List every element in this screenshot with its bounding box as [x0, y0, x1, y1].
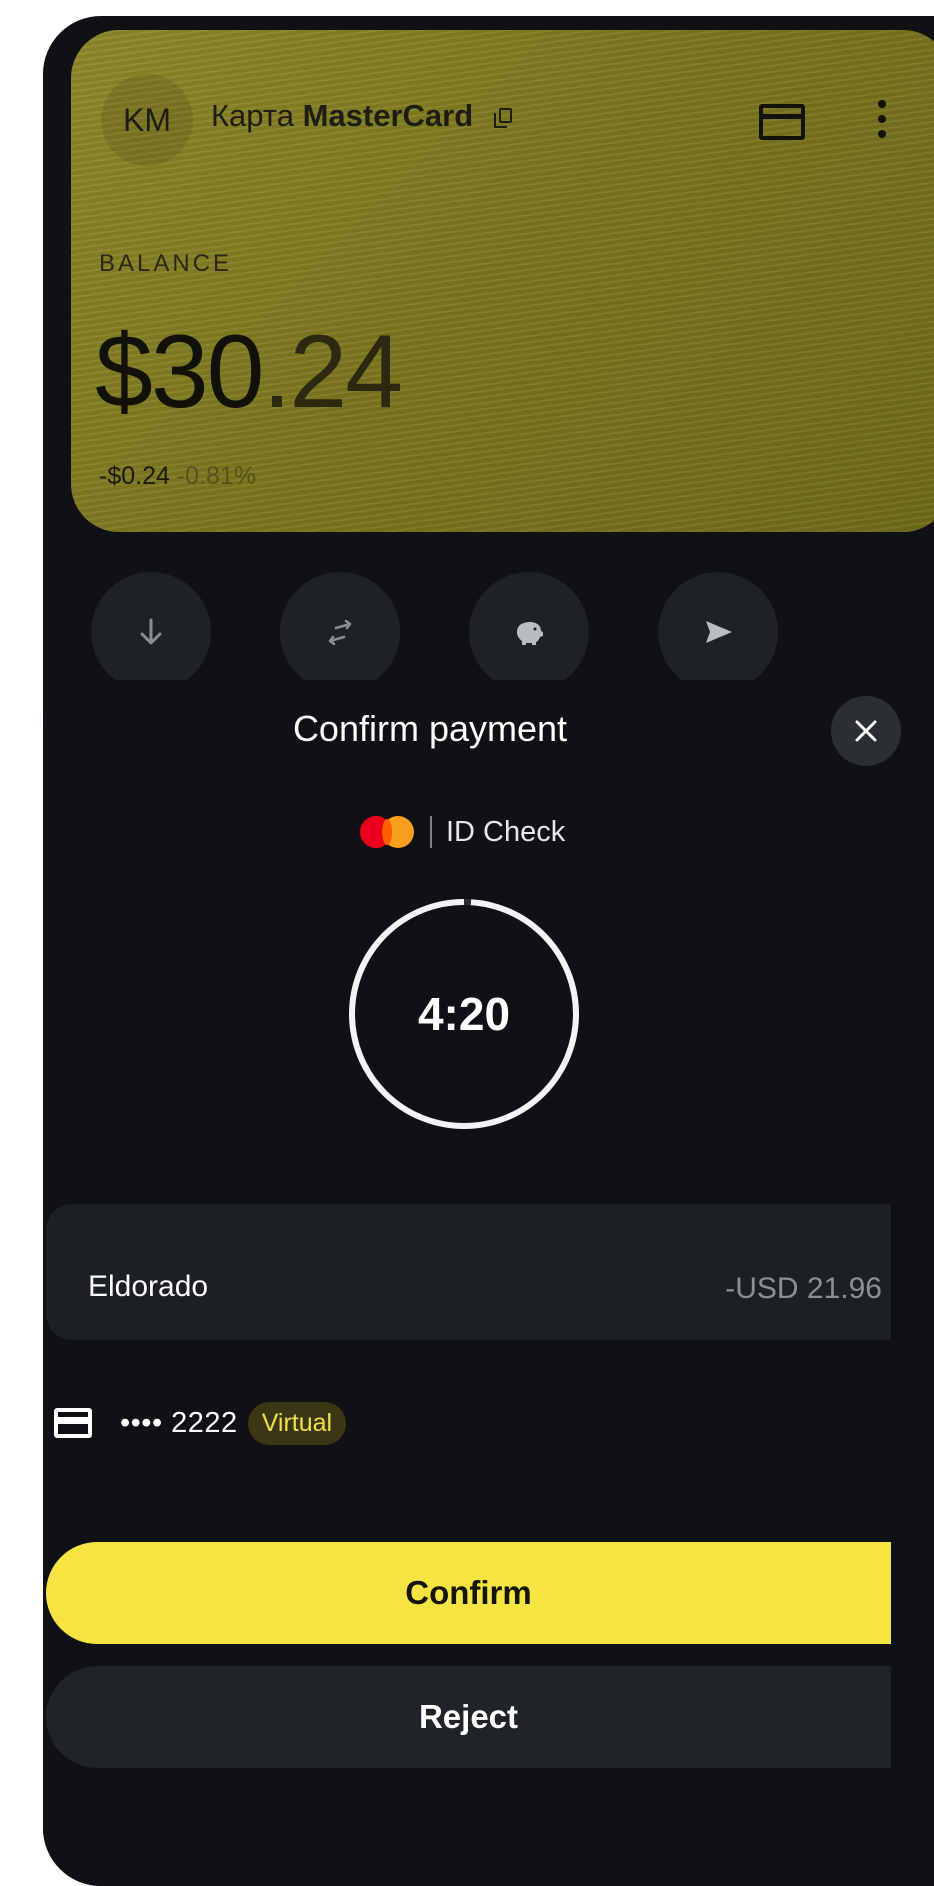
- confirm-button[interactable]: Confirm: [46, 1542, 891, 1644]
- balance-main: $30: [95, 314, 265, 430]
- balance-amount: $30.24: [95, 320, 403, 424]
- balance-change: -$0.24 -0.81%: [99, 462, 256, 491]
- id-check-badge: ID Check: [360, 812, 565, 852]
- mastercard-logo-icon: [360, 814, 416, 850]
- id-check-label: ID Check: [446, 815, 566, 848]
- transfer-button[interactable]: [280, 572, 400, 692]
- virtual-badge: Virtual: [247, 1401, 347, 1445]
- more-vertical-icon[interactable]: [867, 100, 897, 146]
- payment-amount: -USD 21.96: [725, 1272, 882, 1305]
- card-masked-number: •••• 2222: [120, 1406, 238, 1439]
- transfer-arrows-icon: [328, 619, 352, 646]
- card-title-brand: MasterCard: [302, 98, 474, 133]
- avatar[interactable]: KM: [101, 74, 193, 166]
- piggy-bank-icon: [517, 622, 543, 645]
- avatar-initials: KM: [123, 101, 171, 138]
- balance-label: BALANCE: [99, 250, 233, 277]
- merchant-name: Eldorado: [88, 1270, 209, 1303]
- sheet-title: Confirm payment: [292, 708, 568, 749]
- copy-icon[interactable]: [493, 108, 512, 128]
- divider: [430, 816, 432, 848]
- balance-cents: .24: [262, 314, 404, 430]
- balance-card[interactable]: KM Карта MasterCard BALANCE $30.24 -$0.2…: [71, 30, 934, 532]
- receive-button[interactable]: [91, 572, 211, 692]
- countdown-text: 4:20: [417, 988, 511, 1040]
- payment-card-row: •••• 2222 Virtual: [54, 1398, 347, 1448]
- reject-button[interactable]: Reject: [46, 1666, 891, 1768]
- card-icon: [54, 1408, 92, 1438]
- send-icon: [706, 621, 732, 643]
- arrow-down-icon: [140, 618, 162, 645]
- savings-button[interactable]: [469, 572, 589, 692]
- send-button[interactable]: [658, 572, 778, 692]
- card-title-prefix: Карта: [211, 98, 294, 133]
- change-amount: -$0.24: [99, 462, 170, 490]
- change-percent: -0.81%: [176, 462, 257, 490]
- card-view-icon[interactable]: [759, 104, 805, 140]
- card-title: Карта MasterCard: [211, 98, 512, 134]
